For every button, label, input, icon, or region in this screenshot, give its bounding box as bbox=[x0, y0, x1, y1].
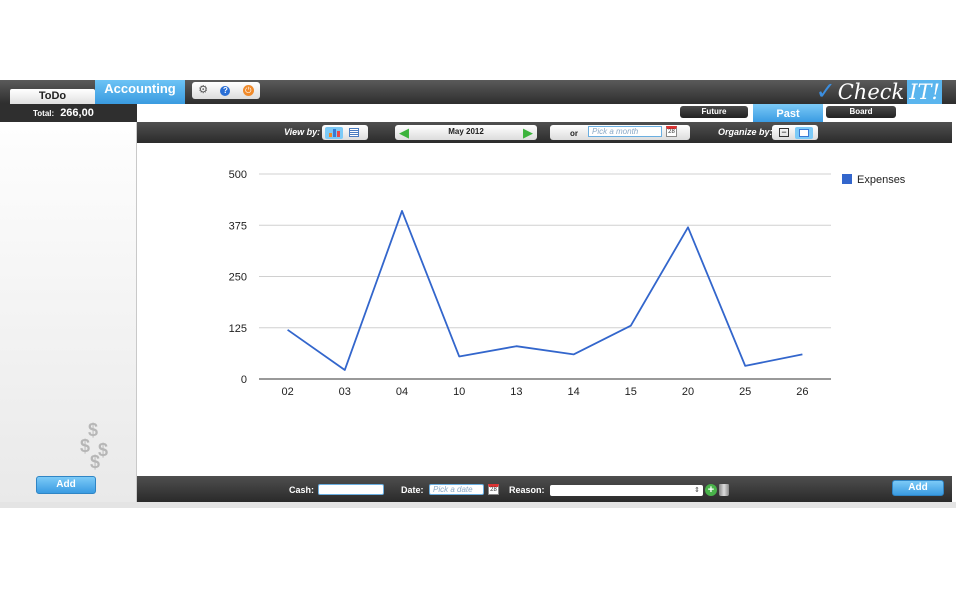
total-bar: Total: 266,00 bbox=[0, 104, 137, 122]
x-tick-label: 04 bbox=[396, 386, 408, 398]
month-input[interactable]: Pick a month bbox=[588, 126, 662, 137]
month-picker: or Pick a month 28 bbox=[550, 125, 690, 140]
logo-suffix: IT! bbox=[907, 80, 942, 104]
tab-accounting[interactable]: Accounting bbox=[95, 80, 185, 104]
month-navigator: ◀ May 2012 ▶ bbox=[395, 125, 537, 140]
x-tick-label: 20 bbox=[682, 386, 694, 398]
x-tick-label: 13 bbox=[510, 386, 522, 398]
power-icon[interactable]: ⏻ bbox=[242, 85, 254, 96]
series-line-expenses bbox=[287, 210, 803, 371]
logo-text: Check bbox=[837, 80, 905, 104]
chart-toolbar: View by: ◀ May 2012 ▶ or Pick a month 28… bbox=[137, 122, 952, 143]
add-todo-button[interactable]: Add bbox=[36, 476, 96, 494]
y-tick-label: 250 bbox=[229, 272, 247, 284]
list-icon bbox=[349, 128, 359, 137]
legend-swatch bbox=[842, 174, 852, 184]
total-value: 266,00 bbox=[60, 107, 94, 119]
view-tabs: Future Past Board bbox=[137, 104, 952, 122]
gear-icon[interactable]: ⚙ bbox=[198, 85, 208, 96]
x-tick-label: 14 bbox=[567, 386, 579, 398]
legend-label: Expenses bbox=[857, 174, 906, 186]
cash-input[interactable] bbox=[318, 484, 384, 495]
x-tick-label: 15 bbox=[625, 386, 637, 398]
x-tick-label: 25 bbox=[739, 386, 751, 398]
calendar-icon[interactable]: 28 bbox=[666, 126, 677, 137]
window-icon bbox=[799, 128, 809, 137]
organize-grid-button[interactable] bbox=[795, 126, 813, 139]
current-month: May 2012 bbox=[448, 127, 484, 136]
app-window: ToDo Accounting ⚙ ? ⏻ ✓ Check IT! Total:… bbox=[0, 80, 956, 508]
entry-bar: Cash: Date: Pick a date 28 Reason: ⇕ + A… bbox=[137, 476, 952, 502]
x-tick-label: 10 bbox=[453, 386, 465, 398]
organize-minus-button[interactable]: − bbox=[775, 127, 793, 139]
cash-label: Cash: bbox=[289, 485, 315, 495]
minus-icon: − bbox=[779, 128, 789, 137]
tab-todo[interactable]: ToDo bbox=[10, 89, 95, 104]
line-chart: 0 125 250 375 500 02 03 04 10 13 14 15 20 25 26 Expense… bbox=[229, 169, 906, 398]
organize-by-label: Organize by: bbox=[718, 127, 773, 137]
add-reason-plus-icon[interactable]: + bbox=[705, 484, 717, 496]
date-calendar-icon[interactable]: 28 bbox=[488, 484, 499, 495]
reason-select[interactable]: ⇕ bbox=[550, 485, 703, 496]
top-bar: ToDo Accounting ⚙ ? ⏻ ✓ Check IT! bbox=[0, 80, 956, 104]
y-tick-label: 500 bbox=[229, 169, 247, 181]
help-icon[interactable]: ? bbox=[220, 85, 231, 96]
y-tick-label: 0 bbox=[241, 374, 247, 386]
app-logo: ✓ Check IT! bbox=[816, 80, 942, 104]
y-tick-label: 125 bbox=[229, 323, 247, 335]
view-by-label: View by: bbox=[284, 127, 321, 137]
organize-by-toggle: − bbox=[772, 125, 818, 140]
chart-view-button[interactable] bbox=[325, 126, 343, 139]
y-tick-label: 375 bbox=[229, 220, 247, 232]
tab-past[interactable]: Past bbox=[753, 104, 823, 122]
trash-icon[interactable] bbox=[719, 484, 729, 496]
list-view-button[interactable] bbox=[345, 127, 363, 139]
view-by-toggle bbox=[322, 125, 368, 140]
reason-label: Reason: bbox=[509, 485, 545, 495]
tab-future[interactable]: Future bbox=[680, 106, 748, 118]
bottom-strip bbox=[0, 502, 956, 508]
date-label: Date: bbox=[401, 485, 424, 495]
next-month-arrow-icon[interactable]: ▶ bbox=[523, 126, 533, 139]
or-label: or bbox=[570, 129, 578, 138]
date-input[interactable]: Pick a date bbox=[429, 484, 484, 495]
main-panel: Future Past Board View by: ◀ May 2012 ▶ bbox=[137, 104, 952, 480]
add-expense-button[interactable]: Add bbox=[892, 480, 944, 496]
x-tick-label: 03 bbox=[339, 386, 351, 398]
x-tick-label: 02 bbox=[281, 386, 293, 398]
sidebar: Total: 266,00 $ $ $ $ Add bbox=[0, 104, 137, 502]
tab-board[interactable]: Board bbox=[826, 106, 896, 118]
expenses-chart: 0 125 250 375 500 02 03 04 10 13 14 15 20 25 26 Expense… bbox=[137, 143, 952, 476]
money-icon: $ $ $ $ bbox=[80, 420, 109, 472]
checkmark-icon: ✓ bbox=[815, 78, 836, 105]
total-label: Total: bbox=[33, 108, 55, 118]
utility-icon-bar: ⚙ ? ⏻ bbox=[192, 82, 260, 99]
x-tick-label: 26 bbox=[796, 386, 808, 398]
bar-chart-icon bbox=[328, 128, 340, 137]
